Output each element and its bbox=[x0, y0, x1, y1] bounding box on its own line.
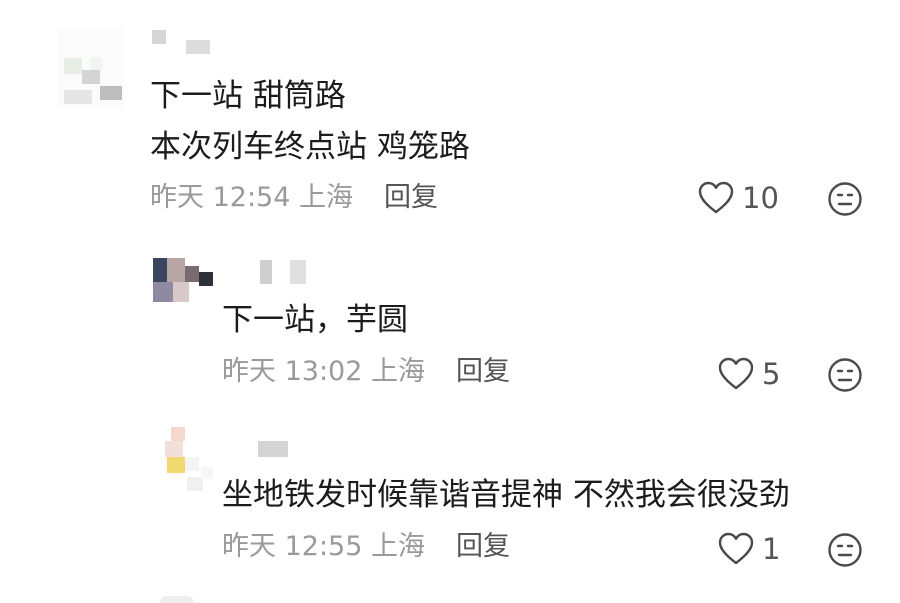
comment-text-line-1: 坐地铁发时候靠谐音提神 不然我会很没劲 bbox=[222, 477, 790, 513]
reply-button[interactable]: 回复 bbox=[456, 355, 510, 389]
time: 昨天 12:54 bbox=[150, 182, 291, 213]
time: 昨天 13:02 bbox=[222, 356, 363, 387]
comment-timestamp: 昨天 12:55 上海 bbox=[222, 530, 425, 564]
heart-outline-icon bbox=[698, 181, 734, 214]
like-count: 1 bbox=[762, 532, 781, 566]
avatar[interactable] bbox=[165, 427, 221, 491]
comment-1: 下一站 甜筒路 本次列车终点站 鸡笼路 昨天 12:54 上海 回复 10 bbox=[0, 0, 900, 240]
comment-text-line-1: 下一站 甜筒路 bbox=[150, 78, 346, 114]
time: 昨天 12:55 bbox=[222, 531, 363, 562]
heart-outline-icon bbox=[718, 357, 754, 390]
username[interactable] bbox=[258, 441, 298, 461]
next-comment-avatar bbox=[160, 596, 194, 603]
like-button[interactable]: 5 bbox=[718, 357, 780, 391]
reply-comment-1: 下一站，芋圆 昨天 13:02 上海 回复 5 bbox=[0, 240, 900, 415]
meh-face-icon[interactable] bbox=[827, 357, 863, 393]
like-count: 5 bbox=[762, 357, 781, 391]
heart-outline-icon bbox=[718, 532, 754, 565]
like-button[interactable]: 1 bbox=[718, 532, 780, 566]
username[interactable] bbox=[232, 260, 312, 286]
avatar[interactable] bbox=[58, 28, 124, 108]
username[interactable] bbox=[152, 30, 216, 56]
meh-face-icon[interactable] bbox=[827, 181, 863, 217]
reply-comment-2: 坐地铁发时候靠谐音提神 不然我会很没劲 昨天 12:55 上海 回复 1 bbox=[0, 415, 900, 603]
location: 上海 bbox=[371, 531, 425, 562]
location: 上海 bbox=[371, 356, 425, 387]
like-count: 10 bbox=[742, 181, 779, 215]
reply-button[interactable]: 回复 bbox=[456, 530, 510, 564]
comment-text-line-1: 下一站，芋圆 bbox=[222, 302, 408, 338]
location: 上海 bbox=[299, 182, 353, 213]
reply-button[interactable]: 回复 bbox=[384, 181, 438, 215]
comment-timestamp: 昨天 13:02 上海 bbox=[222, 355, 425, 389]
like-button[interactable]: 10 bbox=[698, 181, 779, 215]
avatar[interactable] bbox=[153, 258, 213, 306]
comment-text-line-2: 本次列车终点站 鸡笼路 bbox=[150, 129, 470, 165]
meh-face-icon[interactable] bbox=[827, 532, 863, 568]
comment-timestamp: 昨天 12:54 上海 bbox=[150, 181, 353, 215]
